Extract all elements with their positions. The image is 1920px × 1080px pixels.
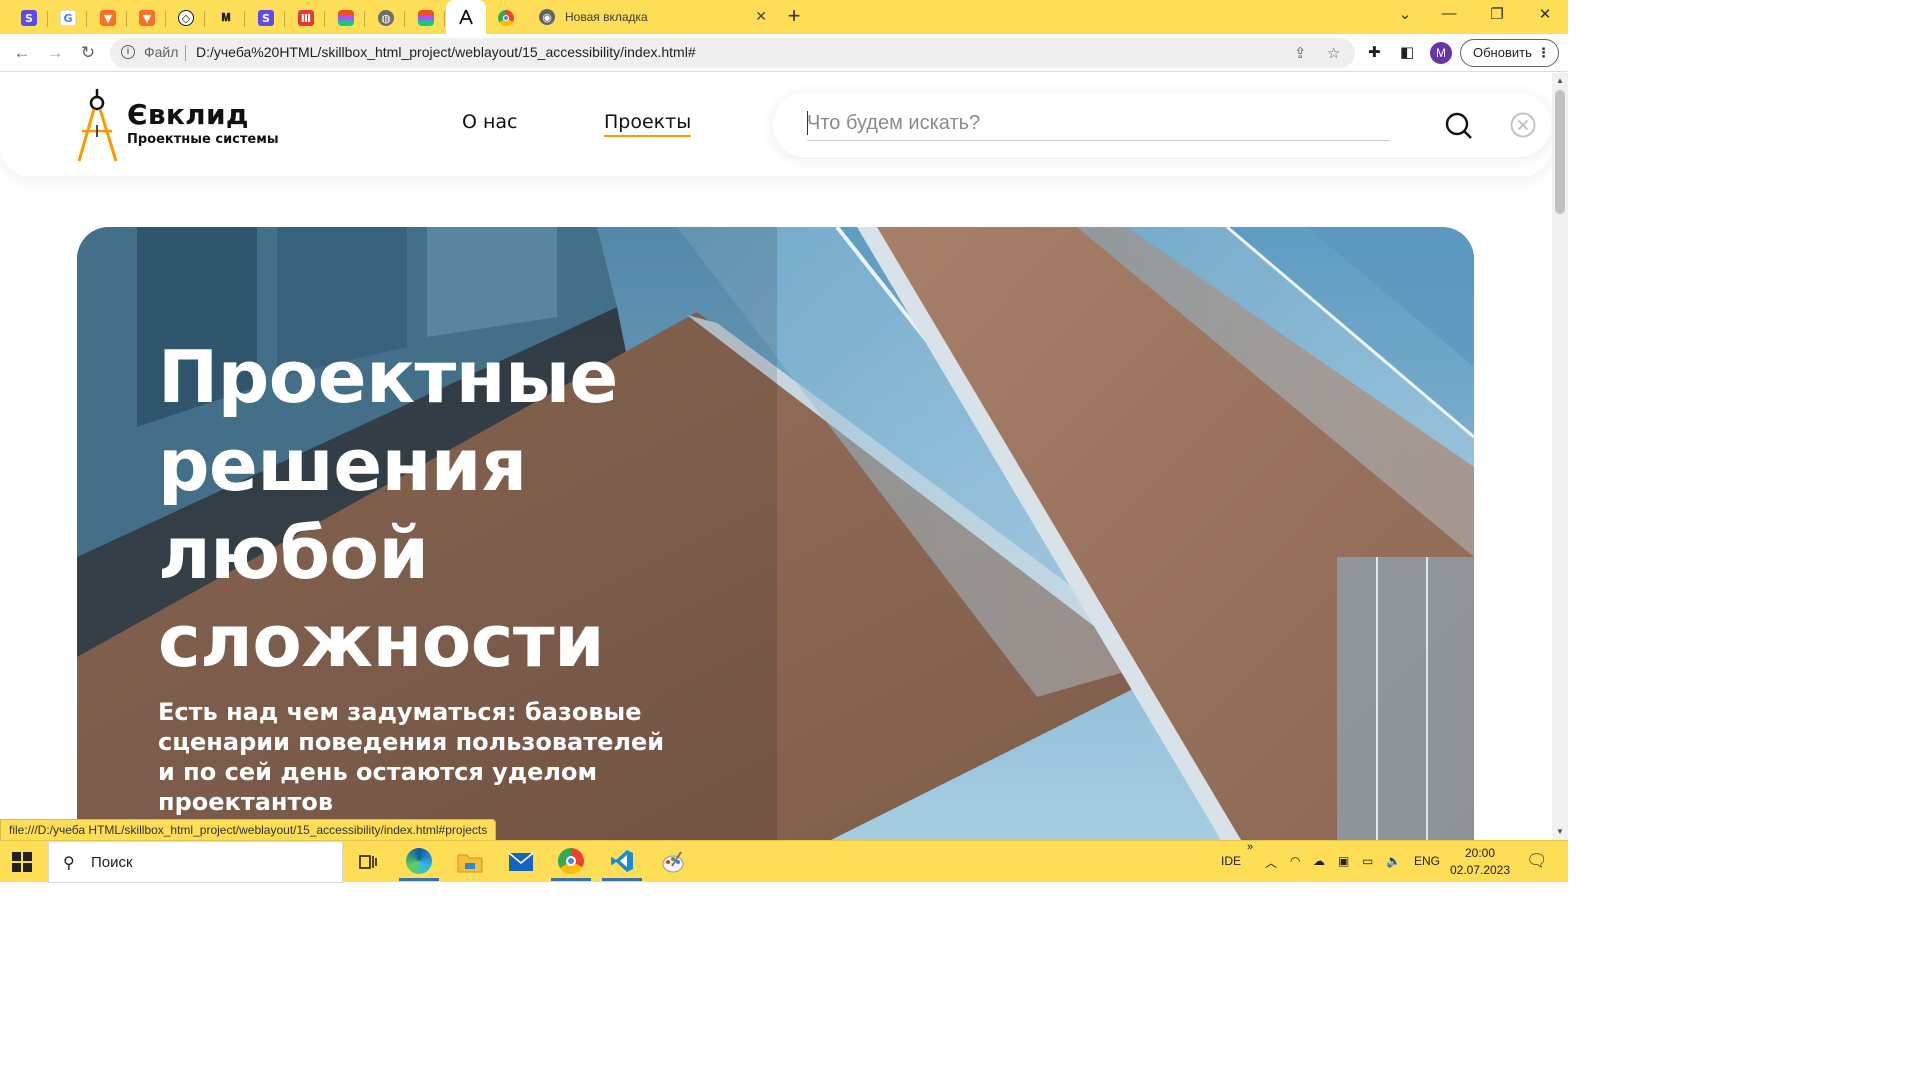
compass-icon: [459, 9, 473, 25]
menu-dots-icon: ⋮: [1537, 45, 1550, 60]
windows-taskbar: ⚲ Поиск IDE » ︿ ◠ ☁ ▣ ▭ 🔈 ENG 20:00 02.0…: [0, 840, 1568, 883]
meet-now-icon[interactable]: ▣: [1338, 854, 1349, 868]
tab-book[interactable]: Ⅲ: [287, 4, 325, 32]
edge-icon[interactable]: [399, 843, 439, 881]
site-info-icon[interactable]: i: [121, 45, 135, 59]
battery-icon[interactable]: ▭: [1362, 854, 1373, 868]
language-indicator[interactable]: ENG: [1414, 854, 1440, 868]
figma-icon: [338, 10, 354, 26]
maximize-icon[interactable]: ❐: [1482, 5, 1512, 23]
tab-title: Новая вкладка: [565, 10, 648, 24]
tray-overflow-chevron-icon[interactable]: »: [1247, 841, 1253, 853]
mail-icon[interactable]: [501, 843, 541, 881]
forward-icon[interactable]: →: [44, 42, 66, 64]
search-input[interactable]: [807, 107, 1390, 141]
book-icon: Ⅲ: [298, 10, 314, 26]
vscode-icon[interactable]: [602, 843, 642, 881]
bem-icon: 𝐌: [221, 11, 231, 24]
extensions-puzzle-icon[interactable]: ✚: [1368, 43, 1381, 61]
address-bar[interactable]: i Файл D:/учеба%20HTML/skillbox_html_pro…: [110, 38, 1355, 68]
logo-name: Євклид: [127, 98, 249, 131]
minimize-icon[interactable]: —: [1434, 5, 1464, 22]
chrome-icon[interactable]: [551, 843, 591, 881]
new-tab-plus-icon[interactable]: +: [782, 4, 806, 28]
chrome-icon: [498, 10, 514, 26]
globe-icon: ◍: [378, 10, 394, 26]
nav-link-projects[interactable]: Проекты: [604, 111, 692, 137]
tab-search-chevron-icon[interactable]: ⌄: [1390, 5, 1420, 23]
wifi-icon[interactable]: ◠: [1290, 854, 1300, 868]
task-view-icon[interactable]: [348, 843, 388, 881]
tab-s-logo-2[interactable]: S: [247, 4, 285, 32]
clock-date: 02.07.2023: [1449, 863, 1511, 877]
back-icon[interactable]: ←: [11, 42, 33, 64]
tab-google[interactable]: G: [49, 4, 87, 32]
logo-link[interactable]: Євклид Проектные системы: [76, 87, 316, 167]
update-button[interactable]: Обновить ⋮: [1460, 39, 1559, 67]
tab-bem[interactable]: 𝐌: [207, 4, 245, 32]
scroll-down-arrow-icon[interactable]: ▼: [1556, 827, 1564, 836]
figma-icon: [418, 10, 434, 26]
hero-text: Есть над чем задуматься: базовые сценари…: [158, 698, 665, 816]
google-icon: G: [60, 10, 76, 26]
page-viewport: Проектные решения любой сложности Есть н…: [0, 73, 1552, 840]
tab-gitlab[interactable]: ▼: [89, 4, 127, 32]
bookmark-star-icon[interactable]: ☆: [1327, 44, 1340, 62]
onedrive-cloud-icon[interactable]: ☁: [1313, 854, 1325, 868]
site-header: Євклид Проектные системы О нас Проекты: [0, 73, 1552, 176]
close-window-icon[interactable]: ✕: [1530, 5, 1560, 23]
page-scrollbar[interactable]: ▲ ▼: [1552, 73, 1568, 840]
tab-figma-2[interactable]: [407, 4, 445, 32]
tab-globe[interactable]: ◍: [367, 4, 405, 32]
address-url[interactable]: D:/учеба%20HTML/skillbox_html_project/we…: [196, 44, 696, 60]
share-icon[interactable]: ⇪: [1294, 44, 1307, 62]
clock-time: 20:00: [1464, 846, 1496, 860]
search-icon[interactable]: [1445, 112, 1473, 140]
paint-icon[interactable]: [653, 843, 693, 881]
tab-s-logo[interactable]: S: [10, 4, 48, 32]
close-tab-icon[interactable]: ✕: [755, 8, 767, 25]
scroll-up-arrow-icon[interactable]: ▲: [1556, 76, 1564, 85]
tab-new-tab[interactable]: ◉ Новая вкладка ✕: [527, 0, 773, 34]
s-logo-icon: S: [258, 10, 274, 26]
hero-section: Проектные решения любой сложности Есть н…: [77, 227, 1474, 840]
taskbar-search[interactable]: ⚲ Поиск: [48, 841, 343, 883]
gitlab-icon: ▼: [100, 10, 116, 26]
volume-icon[interactable]: 🔈: [1386, 854, 1401, 868]
scrollbar-thumb[interactable]: [1555, 90, 1565, 214]
tab-chrome[interactable]: [487, 4, 525, 32]
chrome-new-tab-icon: ◉: [539, 9, 555, 25]
tab-figma[interactable]: [327, 4, 365, 32]
tray-ide-label[interactable]: IDE: [1221, 854, 1241, 868]
reload-icon[interactable]: ↻: [77, 42, 99, 64]
taskbar-search-placeholder: Поиск: [91, 854, 133, 871]
hero-title: Проектные решения любой сложности: [158, 335, 618, 683]
gitlab-icon: ▼: [139, 10, 155, 26]
clock[interactable]: 20:00 02.07.2023: [1448, 845, 1512, 879]
profile-avatar[interactable]: M: [1430, 42, 1452, 64]
tab-codepen[interactable]: ◇: [167, 4, 205, 32]
link-status-bar: file:///D:/учеба HTML/skillbox_html_proj…: [0, 819, 497, 840]
codepen-icon: ◇: [178, 10, 194, 26]
clear-close-icon[interactable]: [1510, 112, 1536, 138]
logo-subtitle: Проектные системы: [127, 132, 279, 147]
side-panel-icon[interactable]: ◧: [1400, 43, 1414, 61]
file-explorer-icon[interactable]: [450, 843, 490, 881]
tab-gitlab-2[interactable]: ▼: [128, 4, 166, 32]
s-logo-icon: S: [21, 10, 37, 26]
compass-logo-icon: [77, 89, 118, 162]
browser-toolbar: ← → ↻ i Файл D:/учеба%20HTML/skillbox_ht…: [0, 34, 1568, 72]
windows-start-icon[interactable]: [12, 852, 32, 872]
notifications-icon[interactable]: 🗨: [1526, 851, 1548, 871]
tab-active-site[interactable]: [446, 0, 486, 34]
address-scheme: Файл: [144, 44, 179, 60]
update-label: Обновить: [1473, 45, 1532, 60]
tray-up-arrow-icon[interactable]: ︿: [1265, 854, 1277, 871]
search-icon: ⚲: [63, 855, 75, 872]
search-form: [773, 93, 1551, 157]
nav-link-about[interactable]: О нас: [462, 111, 518, 133]
tab-strip: S G ▼ ▼ ◇ 𝐌 S Ⅲ ◍ ◉ Новая вкладка ✕ + ⌄ …: [0, 0, 1568, 34]
